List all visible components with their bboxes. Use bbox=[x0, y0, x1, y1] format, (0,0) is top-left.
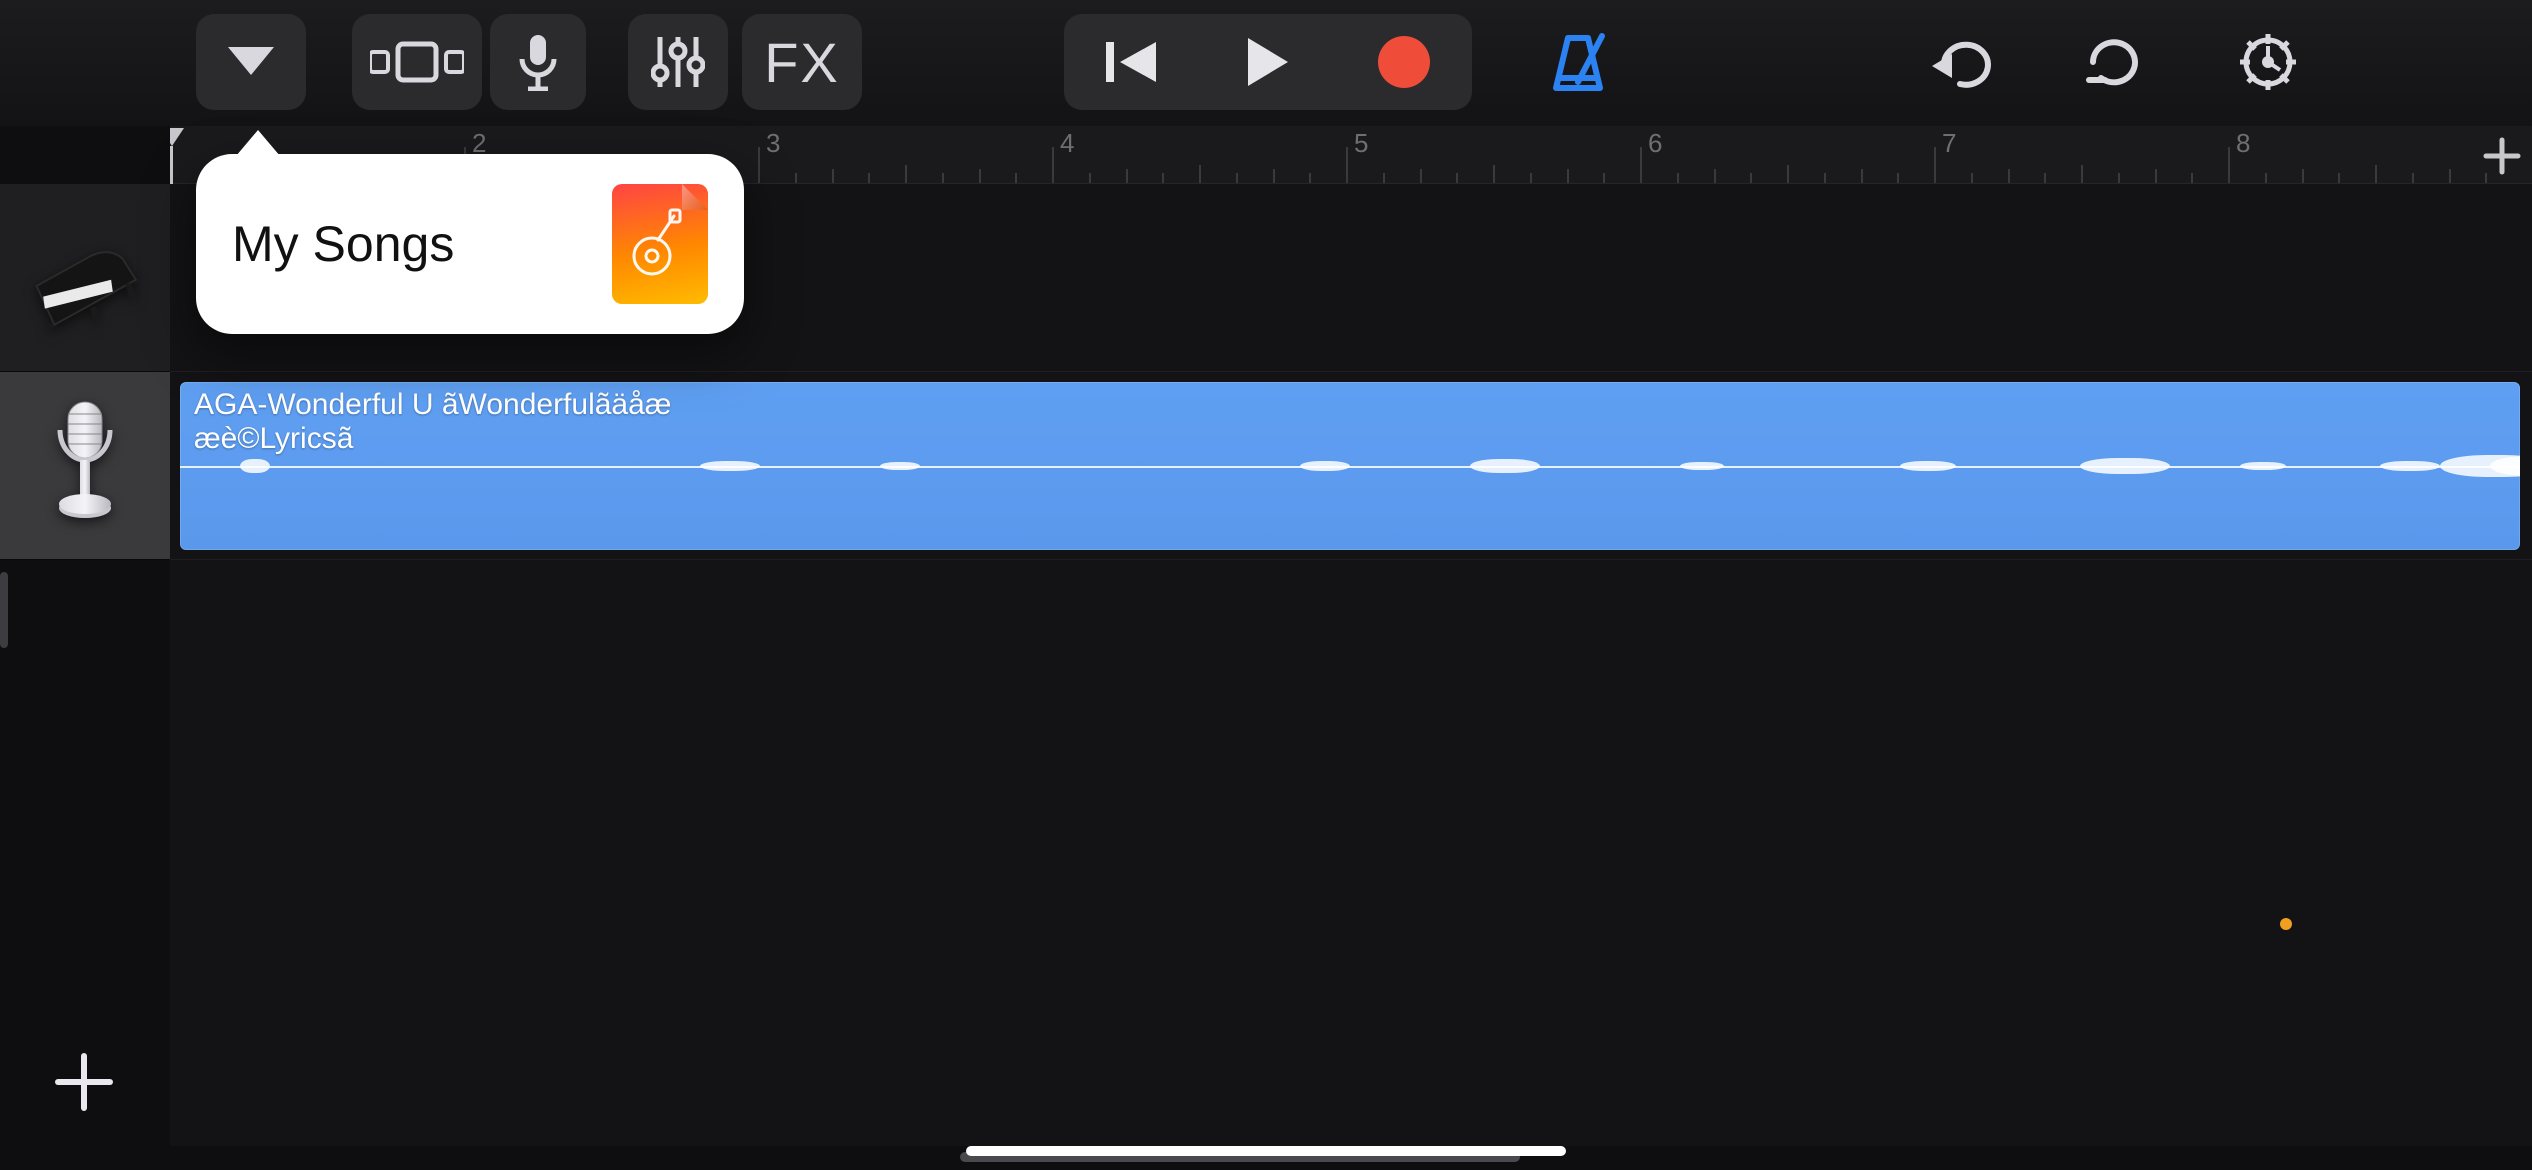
guitar-icon bbox=[628, 206, 692, 286]
ruler-bar-number: 3 bbox=[766, 128, 780, 159]
metronome-icon bbox=[1546, 32, 1610, 92]
track-header-instrument[interactable] bbox=[0, 184, 170, 372]
ruler-bar-mark: 8 bbox=[2228, 126, 2522, 183]
studio-microphone-icon bbox=[50, 396, 120, 536]
fx-button[interactable]: FX bbox=[742, 14, 862, 110]
ruler-bar-mark: 6 bbox=[1640, 126, 1934, 183]
home-indicator[interactable] bbox=[966, 1146, 1566, 1156]
ruler-bar-mark: 3 bbox=[758, 126, 1052, 183]
settings-button[interactable] bbox=[2220, 14, 2316, 110]
ruler-bar-number: 4 bbox=[1060, 128, 1074, 159]
ruler-bar-number: 8 bbox=[2236, 128, 2250, 159]
top-toolbar: FX bbox=[0, 0, 2532, 126]
microphone-button[interactable] bbox=[490, 14, 586, 110]
vertical-scroll-thumb[interactable] bbox=[0, 572, 8, 648]
sliders-icon bbox=[651, 33, 705, 91]
undo-icon bbox=[1928, 36, 1992, 88]
add-track-button[interactable] bbox=[44, 1042, 124, 1122]
record-icon bbox=[1376, 34, 1432, 90]
transport-controls bbox=[1064, 14, 1472, 110]
loop-icon bbox=[2083, 34, 2145, 90]
navigation-dropdown-button[interactable] bbox=[196, 14, 306, 110]
metronome-button[interactable] bbox=[1530, 14, 1626, 110]
plus-icon bbox=[44, 1042, 124, 1122]
track-header-audio[interactable] bbox=[0, 372, 170, 560]
popover-label: My Songs bbox=[232, 215, 454, 273]
record-button[interactable] bbox=[1336, 14, 1472, 110]
play-button[interactable] bbox=[1200, 14, 1336, 110]
play-icon bbox=[1246, 36, 1290, 88]
ruler-bar-number: 6 bbox=[1648, 128, 1662, 159]
gear-icon bbox=[2236, 30, 2300, 94]
piano-icon bbox=[26, 228, 144, 328]
clip-label: AGA-Wonderful U ãWonderfulãäåæ æè©Lyrics… bbox=[194, 388, 671, 456]
skip-back-icon bbox=[1104, 38, 1160, 86]
garageband-file-icon bbox=[612, 184, 708, 304]
ruler-bar-mark: 7 bbox=[1934, 126, 2228, 183]
go-to-beginning-button[interactable] bbox=[1064, 14, 1200, 110]
track-view-button[interactable] bbox=[352, 14, 482, 110]
ruler-bar-mark: 5 bbox=[1346, 126, 1640, 183]
garageband-app: FX bbox=[0, 0, 2532, 1170]
microphone-icon bbox=[518, 33, 558, 91]
my-songs-popover[interactable]: My Songs bbox=[196, 154, 744, 334]
ruler-bar-number: 7 bbox=[1942, 128, 1956, 159]
ruler-bar-mark: 4 bbox=[1052, 126, 1346, 183]
loop-browser-button[interactable] bbox=[2066, 14, 2162, 110]
ruler-bar-number: 5 bbox=[1354, 128, 1368, 159]
undo-button[interactable] bbox=[1912, 14, 2008, 110]
track-controls-button[interactable] bbox=[628, 14, 728, 110]
fx-label: FX bbox=[764, 30, 840, 95]
track-headers-sidebar bbox=[0, 126, 170, 1170]
audio-clip[interactable]: AGA-Wonderful U ãWonderfulãäåæ æè©Lyrics… bbox=[180, 382, 2520, 550]
track-lane[interactable]: AGA-Wonderful U ãWonderfulãäåæ æè©Lyrics… bbox=[170, 372, 2532, 560]
triangle-down-icon bbox=[228, 47, 274, 77]
end-of-song-marker[interactable] bbox=[2280, 918, 2292, 930]
tracks-view-icon bbox=[370, 40, 464, 84]
